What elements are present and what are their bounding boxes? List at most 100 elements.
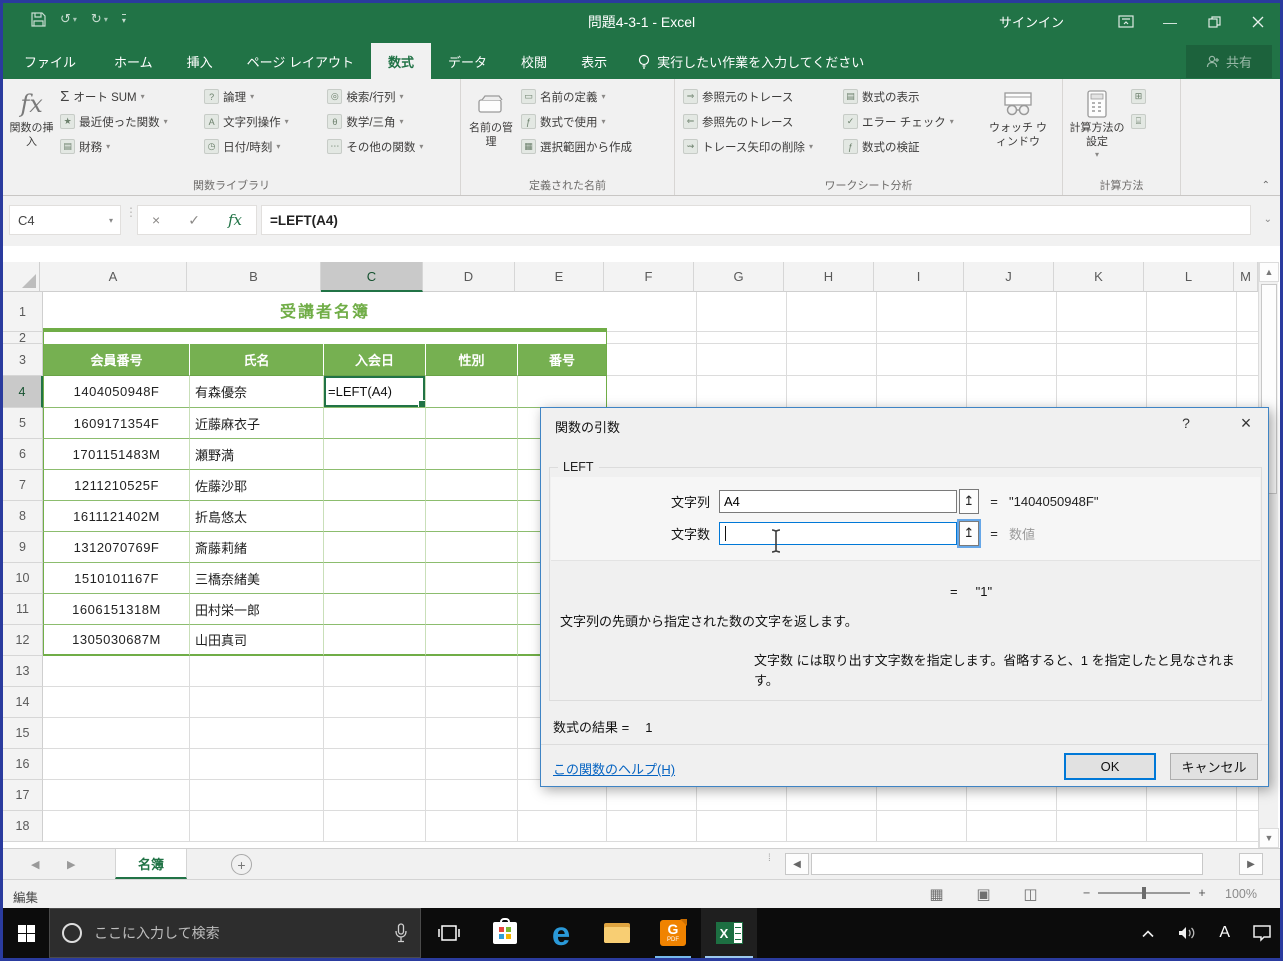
row-header-1[interactable]: 1 <box>3 292 43 332</box>
cell[interactable] <box>43 656 190 687</box>
member-name-cell[interactable]: 田村栄一郎 <box>190 594 324 625</box>
cell[interactable] <box>607 376 697 408</box>
cell[interactable] <box>877 344 967 376</box>
cell[interactable] <box>426 594 518 625</box>
column-header-H[interactable]: H <box>784 262 874 292</box>
cell[interactable] <box>324 408 426 439</box>
horizontal-scroll-thumb[interactable] <box>811 853 1203 875</box>
watch-window-button[interactable]: ウォッチ ウィンドウ <box>987 82 1049 150</box>
insert-function-button[interactable]: fx 関数の挿入 <box>7 82 56 150</box>
cell[interactable] <box>426 470 518 501</box>
lookup-reference-button[interactable]: ◎検索/行列▾ <box>327 86 452 107</box>
cell[interactable] <box>1237 292 1258 332</box>
cell[interactable] <box>967 292 1057 332</box>
column-header-G[interactable]: G <box>694 262 784 292</box>
cell[interactable] <box>426 687 518 718</box>
member-name-cell[interactable]: 近藤麻衣子 <box>190 408 324 439</box>
member-name-cell[interactable]: 佐藤沙耶 <box>190 470 324 501</box>
column-header-E[interactable]: E <box>515 262 604 292</box>
cell[interactable] <box>697 292 787 332</box>
member-id-cell[interactable]: 1312070769F <box>43 532 190 563</box>
more-functions-button[interactable]: ⋯その他の関数▾ <box>327 136 452 157</box>
cell[interactable] <box>697 344 787 376</box>
cancel-button[interactable]: キャンセル <box>1170 753 1258 780</box>
cell[interactable] <box>787 344 877 376</box>
member-id-cell[interactable]: 1404050948F <box>43 376 190 408</box>
cell[interactable] <box>1147 344 1237 376</box>
cell[interactable] <box>426 408 518 439</box>
cell[interactable] <box>426 376 518 408</box>
cell[interactable] <box>324 749 426 780</box>
tell-me-box[interactable]: 実行したい作業を入力してください <box>624 43 878 79</box>
tab-page-layout[interactable]: ページ レイアウト <box>230 43 371 79</box>
function-help-link[interactable]: この関数のヘルプ(H) <box>553 759 675 778</box>
member-name-cell[interactable]: 斎藤莉緒 <box>190 532 324 563</box>
cell[interactable] <box>190 811 324 842</box>
sheet-nav-left[interactable]: ◀ <box>31 858 39 871</box>
select-all-corner[interactable] <box>3 262 40 292</box>
cell[interactable] <box>1057 332 1147 344</box>
start-button[interactable] <box>3 908 49 958</box>
taskbar-search-box[interactable]: ここに入力して検索 <box>49 908 421 958</box>
text-functions-button[interactable]: A文字列操作▾ <box>204 111 319 132</box>
confirm-entry-button[interactable]: ✓ <box>188 212 200 229</box>
error-checking-button[interactable]: ✓エラー チェック▾ <box>843 111 983 132</box>
autosum-button[interactable]: Σオート SUM▾ <box>60 86 196 107</box>
ime-indicator[interactable]: A <box>1219 924 1230 942</box>
row-header-15[interactable]: 15 <box>3 718 43 749</box>
member-id-cell[interactable]: 1305030687M <box>43 625 190 656</box>
member-id-cell[interactable]: 1211210525F <box>43 470 190 501</box>
row-header-10[interactable]: 10 <box>3 563 43 594</box>
tab-data[interactable]: データ <box>431 43 504 79</box>
row-header-12[interactable]: 12 <box>3 625 43 656</box>
cell[interactable] <box>426 501 518 532</box>
cell[interactable] <box>426 718 518 749</box>
cell[interactable] <box>1147 292 1237 332</box>
cell[interactable] <box>324 532 426 563</box>
row-header-2[interactable]: 2 <box>3 332 43 344</box>
name-box[interactable]: C4 ▾ <box>9 205 121 235</box>
row-header-11[interactable]: 11 <box>3 594 43 625</box>
cell[interactable] <box>426 780 518 811</box>
collapse-dialog-button[interactable]: ↥ <box>959 521 979 546</box>
cell[interactable] <box>1057 344 1147 376</box>
cell[interactable] <box>967 344 1057 376</box>
cell[interactable] <box>877 811 967 842</box>
sheet-nav-right[interactable]: ▶ <box>67 858 75 871</box>
share-button[interactable]: 共有 <box>1186 45 1272 78</box>
member-name-cell[interactable]: 三橋奈緒美 <box>190 563 324 594</box>
dialog-close-button[interactable]: × <box>1231 413 1261 434</box>
cell[interactable] <box>190 687 324 718</box>
close-button[interactable] <box>1236 3 1280 40</box>
member-name-cell[interactable]: 有森優奈 <box>190 376 324 408</box>
excel-taskbar-button[interactable]: X <box>701 908 757 958</box>
math-trig-button[interactable]: θ数学/三角▾ <box>327 111 452 132</box>
tab-review[interactable]: 校閲 <box>504 43 564 79</box>
cell[interactable] <box>787 376 877 408</box>
cell[interactable] <box>324 439 426 470</box>
ribbon-display-options-button[interactable] <box>1104 3 1148 40</box>
text-arg-input[interactable] <box>719 490 957 513</box>
cell[interactable] <box>43 780 190 811</box>
cell[interactable] <box>518 376 607 408</box>
cell[interactable] <box>426 749 518 780</box>
cell[interactable] <box>1057 292 1147 332</box>
scroll-up-button[interactable]: ▲ <box>1259 262 1279 282</box>
row-header-9[interactable]: 9 <box>3 532 43 563</box>
table-header-氏名[interactable]: 氏名 <box>190 344 324 376</box>
cell[interactable] <box>43 687 190 718</box>
microsoft-store-button[interactable] <box>477 908 533 958</box>
scroll-left-button[interactable]: ◀ <box>785 853 809 875</box>
name-box-dropdown[interactable]: ▾ <box>102 216 120 225</box>
zoom-slider-thumb[interactable] <box>1142 887 1146 899</box>
trace-precedents-button[interactable]: ⇒参照元のトレース <box>683 86 835 107</box>
column-header-J[interactable]: J <box>964 262 1054 292</box>
column-header-C[interactable]: C <box>321 262 423 292</box>
cell[interactable] <box>697 376 787 408</box>
show-formulas-button[interactable]: ▤数式の表示 <box>843 86 983 107</box>
zoom-in-button[interactable]: + <box>1198 886 1205 900</box>
zoom-slider[interactable] <box>1098 892 1190 894</box>
cell[interactable] <box>787 332 877 344</box>
table-header-性別[interactable]: 性別 <box>426 344 518 376</box>
pdf-app-button[interactable]: GPDF <box>645 908 701 958</box>
